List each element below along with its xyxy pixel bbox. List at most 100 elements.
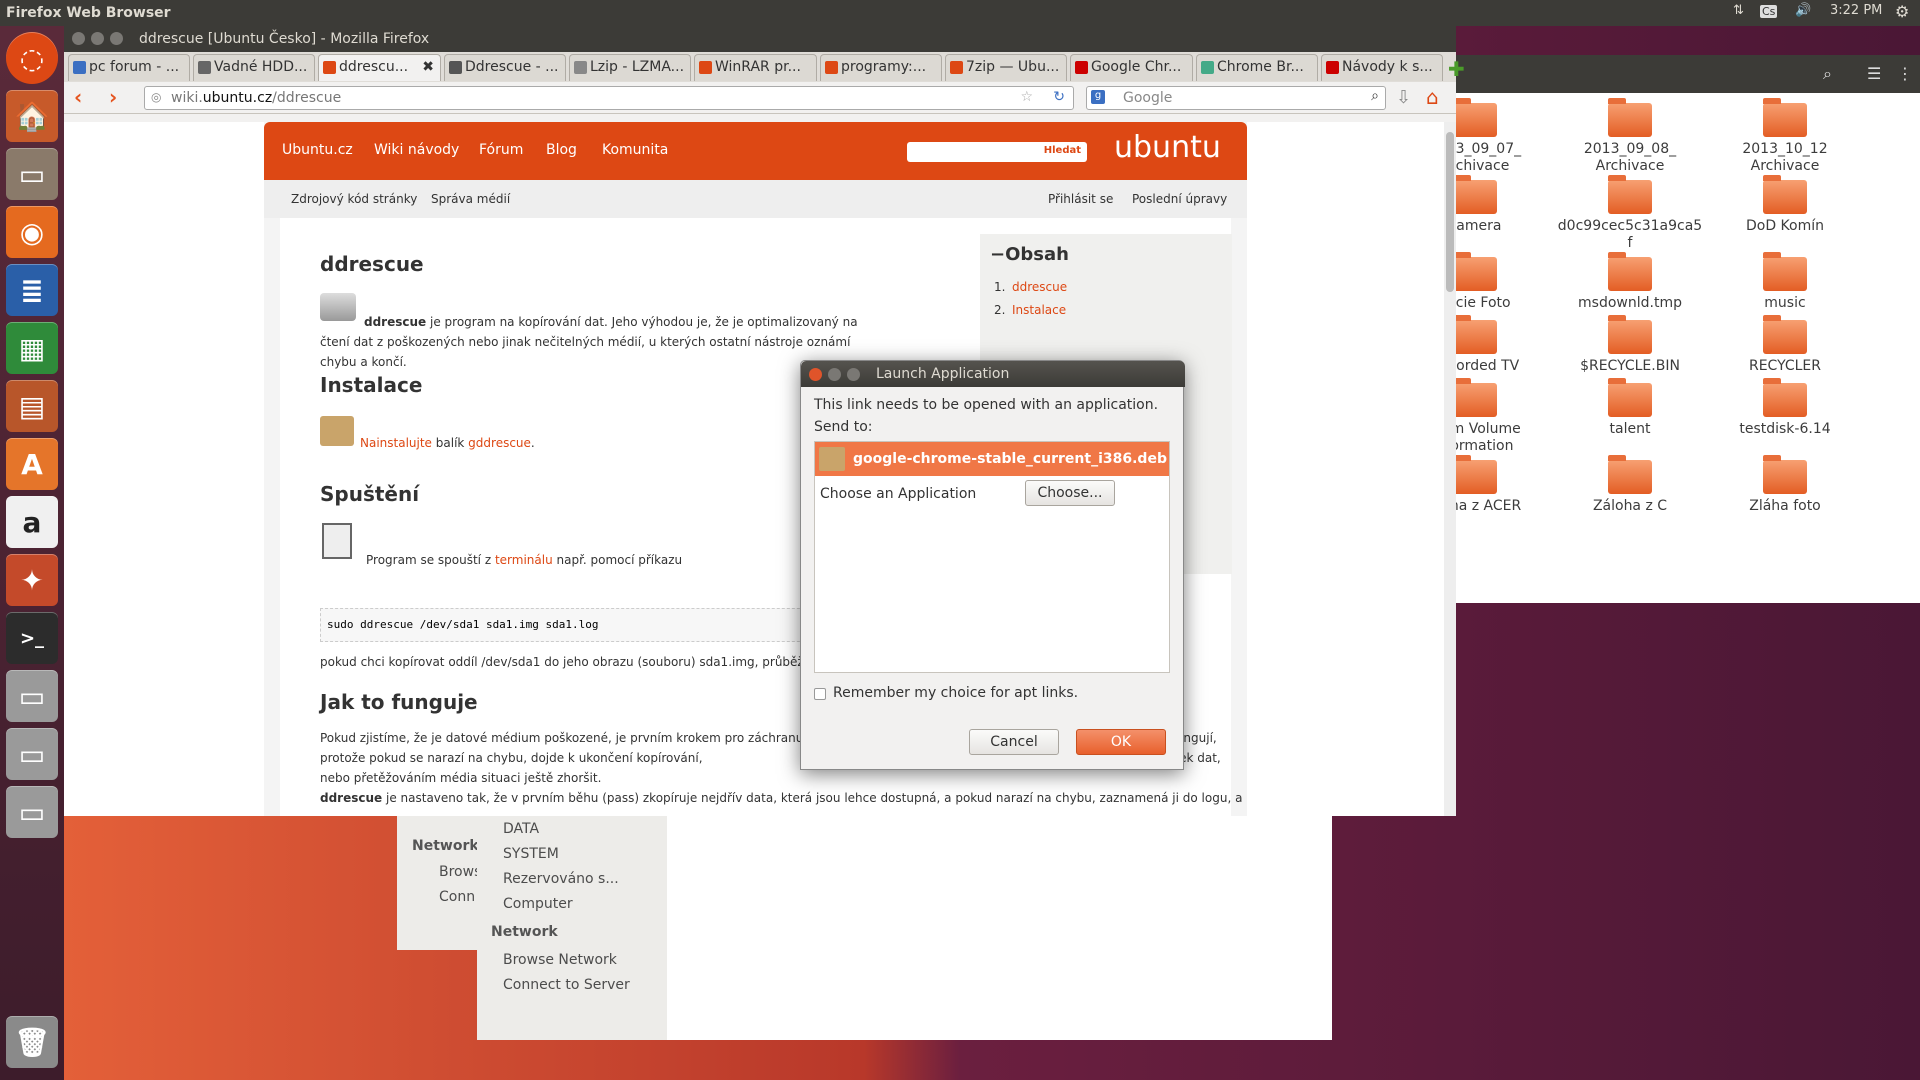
toc-title[interactable]: −Obsah [990, 244, 1069, 265]
maximize-icon[interactable] [110, 32, 123, 45]
volume-icon[interactable]: 🔊 [1795, 3, 1811, 18]
search-input[interactable]: g Google ⌕ [1086, 86, 1386, 110]
nav-blog[interactable]: Blog [546, 142, 577, 158]
download-icon[interactable]: ⇩ [1396, 87, 1411, 108]
tab-1[interactable]: pc forum - ... [68, 54, 190, 81]
back-icon[interactable]: ‹ [74, 85, 82, 109]
clock[interactable]: 3:22 PM [1830, 3, 1882, 18]
network-arrows-icon[interactable]: ⇅ [1733, 3, 1744, 18]
selected-file-row[interactable]: google-chrome-stable_current_i386.deb [815, 442, 1169, 476]
keyboard-indicator[interactable]: Cs [1760, 5, 1778, 18]
tab-5[interactable]: Lzip - LZMA... [569, 54, 691, 81]
source-link[interactable]: Zdrojový kód stránky [291, 192, 417, 206]
tab-6[interactable]: WinRAR pr... [694, 54, 817, 81]
impress-icon[interactable]: ▤ [6, 380, 58, 432]
nav-community[interactable]: Komunita [602, 142, 668, 158]
sidebar-item-connect-server[interactable]: Connect to Server [503, 977, 630, 993]
terminal-icon[interactable]: >_ [6, 612, 58, 664]
search-icon[interactable]: ⌕ [1371, 88, 1379, 104]
sidebar-item-reserved[interactable]: Rezervováno s... [503, 871, 619, 887]
sidebar-item-data[interactable]: DATA [503, 821, 539, 837]
ok-button[interactable]: OK [1076, 729, 1166, 755]
scrollbar-thumb[interactable] [1446, 132, 1454, 292]
vertical-scrollbar[interactable] [1444, 122, 1456, 816]
login-link[interactable]: Přihlásit se [1048, 192, 1113, 206]
close-icon[interactable] [72, 32, 85, 45]
folder-item[interactable]: talent [1555, 378, 1705, 438]
site-search-button[interactable]: Hledat [1044, 145, 1081, 156]
folder-item[interactable]: RECYCLER [1710, 315, 1860, 375]
install-link[interactable]: Nainstalujte [360, 436, 432, 450]
nav-ubuntu-cz[interactable]: Ubuntu.cz [282, 142, 353, 158]
remember-label[interactable]: Remember my choice for apt links. [833, 685, 1078, 701]
tab-3[interactable]: ddrescu... ✖ [318, 54, 441, 81]
folder-item[interactable]: DoD Komín [1710, 175, 1860, 235]
tab-2[interactable]: Vadné HDD... [193, 54, 315, 81]
files-icon[interactable]: 🏠 [6, 90, 58, 142]
terminal-link[interactable]: terminálu [495, 553, 553, 567]
drive-icon[interactable]: ▭ [6, 148, 58, 200]
nav-forum[interactable]: Fórum [479, 142, 523, 158]
home-icon[interactable]: ⌂ [1426, 85, 1439, 109]
folder-item[interactable]: msdownld.tmp [1555, 252, 1705, 312]
menu-icon[interactable]: ☰ [1867, 64, 1881, 83]
new-tab-icon[interactable]: ✚ [1448, 57, 1465, 81]
folder-item[interactable]: 2013_10_12 Archivace [1710, 98, 1860, 175]
google-icon[interactable]: g [1091, 90, 1105, 104]
close-icon[interactable] [809, 368, 822, 381]
sidebar-item-browse-left[interactable]: Brows [439, 864, 481, 880]
tab-9[interactable]: Google Chr... [1070, 54, 1193, 81]
sidebar-item-computer[interactable]: Computer [503, 896, 573, 912]
site-search-input[interactable]: Hledat [907, 142, 1087, 162]
tab-7[interactable]: programy:... [820, 54, 942, 81]
folder-item[interactable]: Záloha z C [1555, 455, 1705, 515]
reload-icon[interactable]: ↻ [1053, 89, 1065, 105]
search-icon[interactable]: ⌕ [1823, 64, 1832, 84]
cancel-button[interactable]: Cancel [969, 729, 1059, 755]
sidebar-item-system[interactable]: SYSTEM [503, 846, 559, 862]
url-bar[interactable]: ◎ wiki.ubuntu.cz/ddrescue ☆ ↻ [144, 86, 1074, 110]
gear-icon[interactable]: ⚙ [1895, 2, 1909, 21]
sidebar-item-connect-left[interactable]: Conn [439, 889, 475, 905]
grid-view-icon[interactable]: ⋮ [1897, 64, 1913, 83]
toc-link-ddrescue[interactable]: ddrescue [1012, 280, 1067, 294]
ubuntu-logo[interactable]: ubuntu [1114, 130, 1221, 165]
tab-10[interactable]: Chrome Br... [1196, 54, 1318, 81]
nav-wiki[interactable]: Wiki návody [374, 142, 459, 158]
drive-icon[interactable]: ▭ [6, 728, 58, 780]
folder-item[interactable]: $RECYCLE.BIN [1555, 315, 1705, 375]
minimize-icon[interactable] [91, 32, 104, 45]
trash-icon[interactable]: 🗑 [6, 1016, 58, 1068]
package-link[interactable]: gddrescue [468, 436, 531, 450]
recent-changes-link[interactable]: Poslední úpravy [1132, 192, 1227, 206]
tab-8[interactable]: 7zip — Ubu... [945, 54, 1067, 81]
toc-link-install[interactable]: Instalace [1012, 303, 1066, 317]
close-tab-icon[interactable]: ✖ [422, 59, 434, 75]
folder-item[interactable]: Zláha foto [1710, 455, 1860, 515]
amazon-icon[interactable]: a [6, 496, 58, 548]
run-paragraph: Program se spouští z terminálu např. pom… [366, 550, 682, 570]
folder-item[interactable]: testdisk-6.14 [1710, 378, 1860, 438]
folder-item[interactable]: 2013_09_08_ Archivace [1555, 98, 1705, 175]
tab-11[interactable]: Návody k s... [1321, 54, 1443, 81]
remember-checkbox[interactable] [814, 688, 826, 700]
drive-icon[interactable]: ▭ [6, 786, 58, 838]
calc-icon[interactable]: ▦ [6, 322, 58, 374]
folder-item[interactable]: d0c99cec5c31a9ca5 f [1555, 175, 1705, 252]
maximize-icon[interactable] [847, 368, 860, 381]
settings-icon[interactable]: ✦ [6, 554, 58, 606]
tab-4[interactable]: Ddrescue - ... [444, 54, 566, 81]
bookmark-star-icon[interactable]: ☆ [1020, 89, 1033, 105]
dash-icon[interactable]: ◌ [6, 32, 58, 84]
software-center-icon[interactable]: A [6, 438, 58, 490]
media-link[interactable]: Správa médií [431, 192, 510, 206]
drive-icon[interactable]: ▭ [6, 670, 58, 722]
tab-label: programy:... [841, 59, 927, 75]
choose-button[interactable]: Choose... [1025, 480, 1115, 506]
folder-item[interactable]: music [1710, 252, 1860, 312]
writer-icon[interactable]: ≣ [6, 264, 58, 316]
forward-icon[interactable]: › [109, 85, 117, 109]
sidebar-item-browse-network[interactable]: Browse Network [503, 952, 617, 968]
firefox-icon[interactable]: ◉ [6, 206, 58, 258]
minimize-icon[interactable] [828, 368, 841, 381]
